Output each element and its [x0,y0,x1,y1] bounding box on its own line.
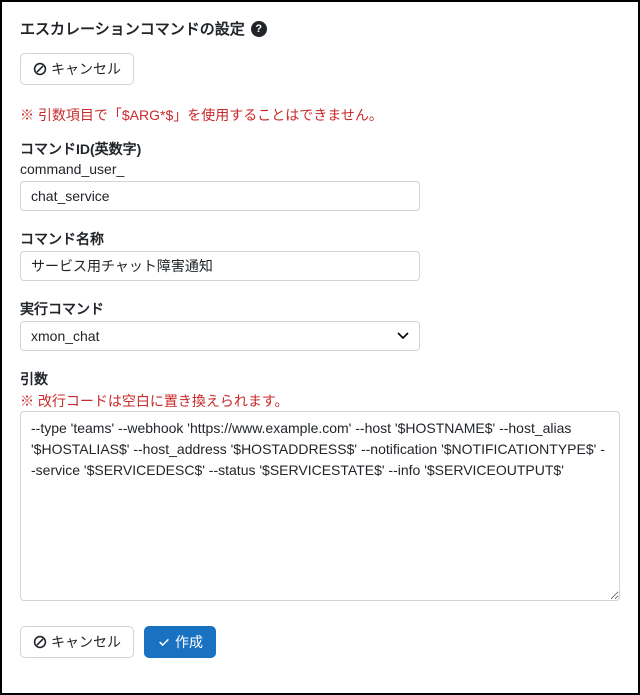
page-container: エスカレーションコマンドの設定 ? キャンセル ※ 引数項目で「$ARG*$」を… [0,0,640,695]
cancel-icon [33,62,47,76]
cancel-button-top[interactable]: キャンセル [20,53,134,85]
check-icon [157,635,171,649]
cancel-button-bottom[interactable]: キャンセル [20,626,134,658]
cancel-icon [33,635,47,649]
exec-command-select[interactable]: xmon_chat [20,321,420,351]
command-id-prefix: command_user_ [20,161,620,177]
page-header: エスカレーションコマンドの設定 ? [20,18,620,39]
args-label: 引数 [20,369,620,389]
create-button[interactable]: 作成 [144,626,216,658]
command-name-group: コマンド名称 [20,229,620,281]
cancel-button-label: キャンセル [51,632,121,652]
create-button-label: 作成 [175,632,203,652]
command-name-input[interactable] [20,251,420,281]
exec-command-group: 実行コマンド xmon_chat [20,299,620,351]
page-title: エスカレーションコマンドの設定 [20,18,245,39]
exec-command-label: 実行コマンド [20,299,620,319]
command-id-input[interactable] [20,181,420,211]
command-id-label: コマンドID(英数字) [20,139,620,159]
help-icon[interactable]: ? [251,21,267,37]
command-name-label: コマンド名称 [20,229,620,249]
command-id-group: コマンドID(英数字) command_user_ [20,139,620,211]
args-textarea[interactable] [20,411,620,601]
cancel-button-label: キャンセル [51,59,121,79]
arg-restriction-warning: ※ 引数項目で「$ARG*$」を使用することはできません。 [20,105,620,125]
newline-warning: ※ 改行コードは空白に置き換えられます。 [20,391,620,411]
footer-actions: キャンセル 作成 [20,626,620,658]
args-group: 引数 ※ 改行コードは空白に置き換えられます。 [20,369,620,604]
